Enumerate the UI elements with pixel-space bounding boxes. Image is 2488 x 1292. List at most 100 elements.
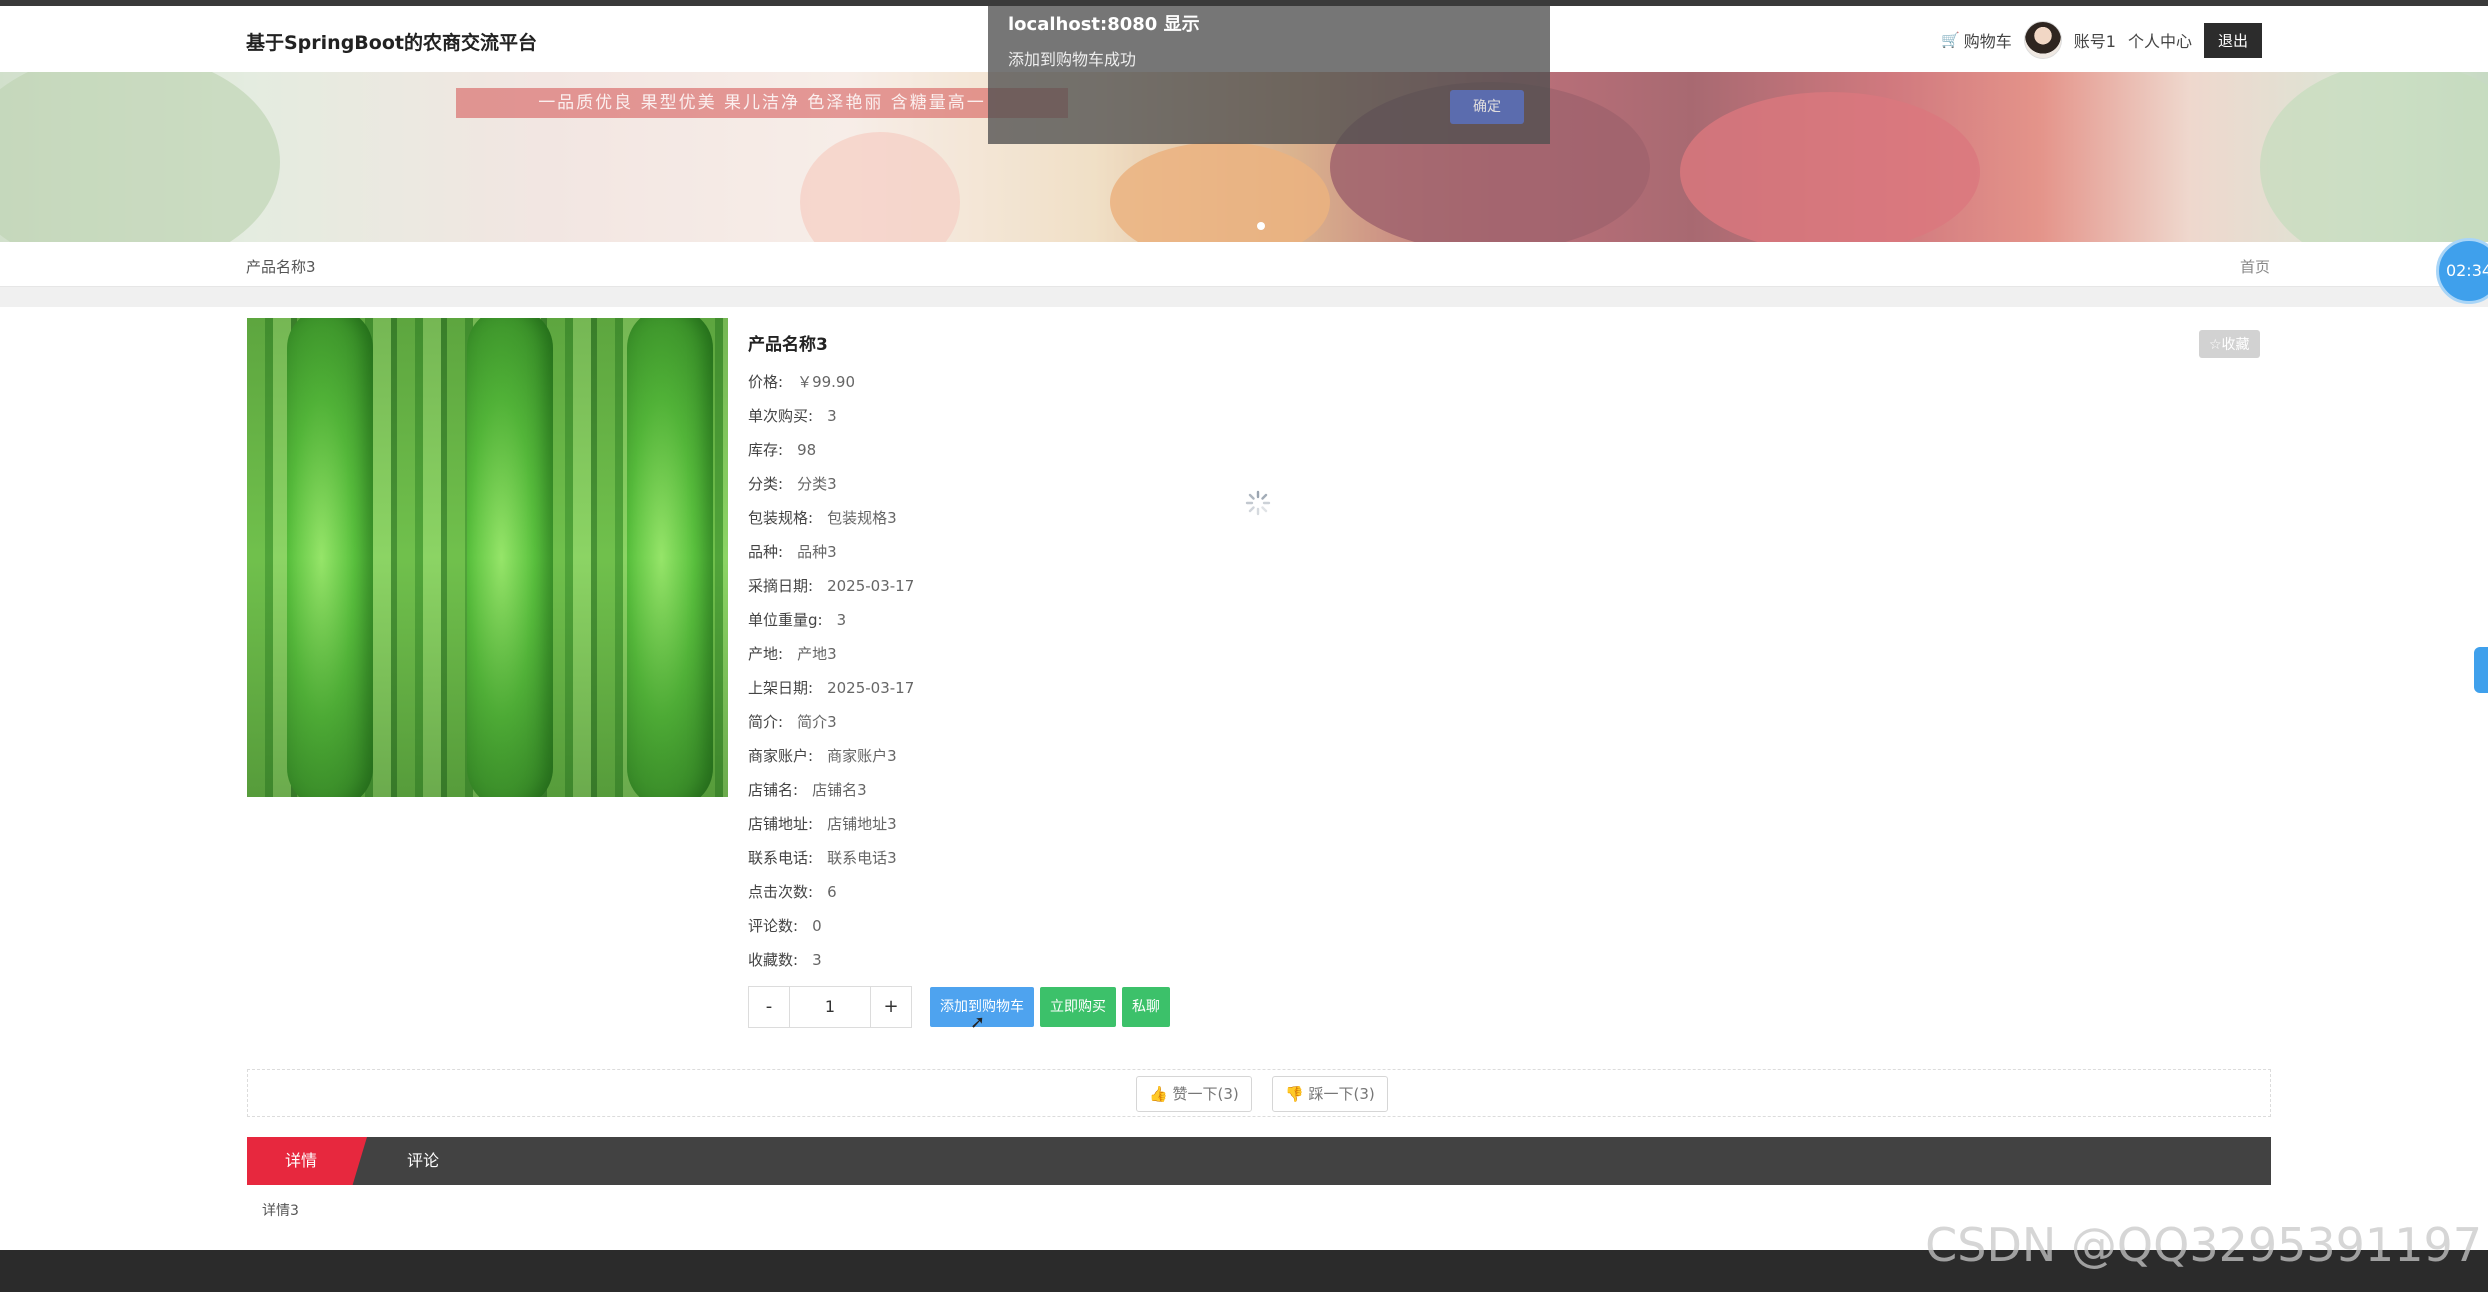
image-shade [247, 318, 728, 797]
field-label: 库存: [748, 441, 784, 459]
product-title: 产品名称3 [748, 335, 828, 355]
field-label: 采摘日期: [748, 577, 814, 595]
field-label: 上架日期: [748, 679, 814, 697]
cart-label: 购物车 [1963, 32, 2012, 51]
product-field-row: 价格: ￥99.90 [748, 365, 1948, 399]
product-field-row: 评论数: 0 [748, 909, 1948, 943]
section-divider [0, 287, 2488, 307]
breadcrumb-current: 产品名称3 [246, 258, 316, 276]
side-panel-tab[interactable] [2474, 647, 2488, 693]
like-button[interactable]: 👍 赞一下(3) [1136, 1076, 1252, 1112]
alert-message: 添加到购物车成功 [1008, 50, 1137, 69]
field-label: 单次购买: [748, 407, 814, 425]
field-value: 6 [827, 883, 837, 901]
product-field-row: 库存: 98 [748, 433, 1948, 467]
username: 账号1 [2073, 32, 2116, 51]
quantity-decrease-button[interactable]: - [748, 986, 790, 1028]
favorite-button[interactable]: ☆收藏 [2199, 330, 2260, 358]
field-label: 点击次数: [748, 883, 814, 901]
detail-content: 详情3 [262, 1203, 299, 1219]
thumbs-up-icon: 👍 [1149, 1085, 1168, 1103]
user-nav: 🛒 购物车 账号1 个人中心 退出 [1941, 18, 2262, 62]
product-field-row: 上架日期: 2025-03-17 [748, 671, 1948, 705]
field-label: 店铺名: [748, 781, 799, 799]
field-value: 0 [812, 917, 822, 935]
tab-detail[interactable]: 详情 [247, 1137, 367, 1185]
field-value: 2025-03-17 [827, 679, 915, 697]
field-label: 收藏数: [748, 951, 799, 969]
product-field-row: 店铺名: 店铺名3 [748, 773, 1948, 807]
field-label: 店铺地址: [748, 815, 814, 833]
dislike-button[interactable]: 👎 踩一下(3) [1272, 1076, 1388, 1112]
logout-button[interactable]: 退出 [2203, 22, 2262, 58]
product-field-row: 产地: 产地3 [748, 637, 1948, 671]
field-value: 产地3 [797, 645, 837, 663]
field-value: 联系电话3 [827, 849, 897, 867]
field-label: 商家账户: [748, 747, 814, 765]
field-label: 联系电话: [748, 849, 814, 867]
watermark-text: CSDN @QQ3295391197 [1925, 1218, 2482, 1272]
breadcrumb: 产品名称3 首页 [0, 242, 2488, 287]
carousel-indicator[interactable] [1257, 222, 1265, 230]
field-value: 3 [812, 951, 822, 969]
field-label: 包装规格: [748, 509, 814, 527]
cart-link[interactable]: 🛒 购物车 [1941, 28, 2012, 52]
field-value: 2025-03-17 [827, 577, 915, 595]
product-field-row: 单位重量g: 3 [748, 603, 1948, 637]
field-value: 分类3 [797, 475, 837, 493]
browser-alert-dialog: localhost:8080 显示 添加到购物车成功 确定 [988, 6, 1550, 144]
product-field-row: 店铺地址: 店铺地址3 [748, 807, 1948, 841]
breadcrumb-home-link[interactable]: 首页 [2240, 256, 2270, 277]
product-field-row: 采摘日期: 2025-03-17 [748, 569, 1948, 603]
mouse-cursor-icon: ➚ [970, 1012, 986, 1033]
quantity-increase-button[interactable]: + [870, 986, 912, 1028]
product-image[interactable] [247, 318, 728, 797]
field-label: 产地: [748, 645, 784, 663]
field-label: 品种: [748, 543, 784, 561]
product-field-row: 品种: 品种3 [748, 535, 1948, 569]
product-field-row: 分类: 分类3 [748, 467, 1948, 501]
private-chat-button[interactable]: 私聊 [1122, 987, 1170, 1027]
vote-panel: 👍 赞一下(3) 👎 踩一下(3) [247, 1069, 2271, 1117]
product-field-row: 收藏数: 3 [748, 943, 1948, 977]
alert-ok-button[interactable]: 确定 [1450, 90, 1524, 124]
field-label: 评论数: [748, 917, 799, 935]
quantity-input[interactable]: 1 [790, 986, 870, 1028]
product-field-row: 简介: 简介3 [748, 705, 1948, 739]
cart-icon: 🛒 [1941, 31, 1960, 49]
product-field-row: 包装规格: 包装规格3 [748, 501, 1948, 535]
product-field-row: 联系电话: 联系电话3 [748, 841, 1948, 875]
field-label: 价格: [748, 373, 784, 391]
product-field-list: 价格: ￥99.90 单次购买: 3 库存: 98 分类: 分类3 包装规格: 包装规格3 品种: 品… [748, 365, 1948, 977]
detail-tabs: 详情 评论 [247, 1137, 2271, 1185]
field-value: 店铺地址3 [827, 815, 897, 833]
field-label: 分类: [748, 475, 784, 493]
field-value: 简介3 [797, 713, 837, 731]
like-label: 赞一下(3) [1172, 1085, 1239, 1103]
buy-now-button[interactable]: 立即购买 [1040, 987, 1116, 1027]
thumbs-down-icon: 👎 [1285, 1085, 1304, 1103]
avatar[interactable] [2023, 21, 2062, 59]
field-value: 品种3 [797, 543, 837, 561]
field-value: ￥99.90 [797, 373, 856, 391]
field-value: 3 [836, 611, 847, 629]
field-value: 包装规格3 [827, 509, 897, 527]
banner-slogan: 一品质优良 果型优美 果儿洁净 色泽艳丽 含糖量高一 [456, 88, 1068, 118]
product-field-row: 商家账户: 商家账户3 [748, 739, 1948, 773]
loading-spinner-icon [1245, 490, 1271, 516]
field-value: 商家账户3 [827, 747, 897, 765]
alert-title: localhost:8080 显示 [1008, 14, 1200, 35]
dislike-label: 踩一下(3) [1308, 1085, 1375, 1103]
product-field-row: 点击次数: 6 [748, 875, 1948, 909]
product-field-row: 单次购买: 3 [748, 399, 1948, 433]
purchase-controls: - 1 + 添加到购物车 立即购买 私聊 [748, 986, 1170, 1028]
field-label: 单位重量g: [748, 611, 823, 629]
field-value: 3 [827, 407, 837, 425]
field-value: 店铺名3 [812, 781, 867, 799]
field-value: 98 [797, 441, 817, 459]
profile-link[interactable]: 个人中心 [2128, 28, 2192, 52]
field-label: 简介: [748, 713, 784, 731]
product-info: 产品名称3 价格: ￥99.90 单次购买: 3 库存: 98 分类: 分类3 包装规格: 包装规… [748, 330, 1948, 977]
site-title[interactable]: 基于SpringBoot的农商交流平台 [246, 28, 537, 55]
tab-comments[interactable]: 评论 [373, 1137, 473, 1185]
